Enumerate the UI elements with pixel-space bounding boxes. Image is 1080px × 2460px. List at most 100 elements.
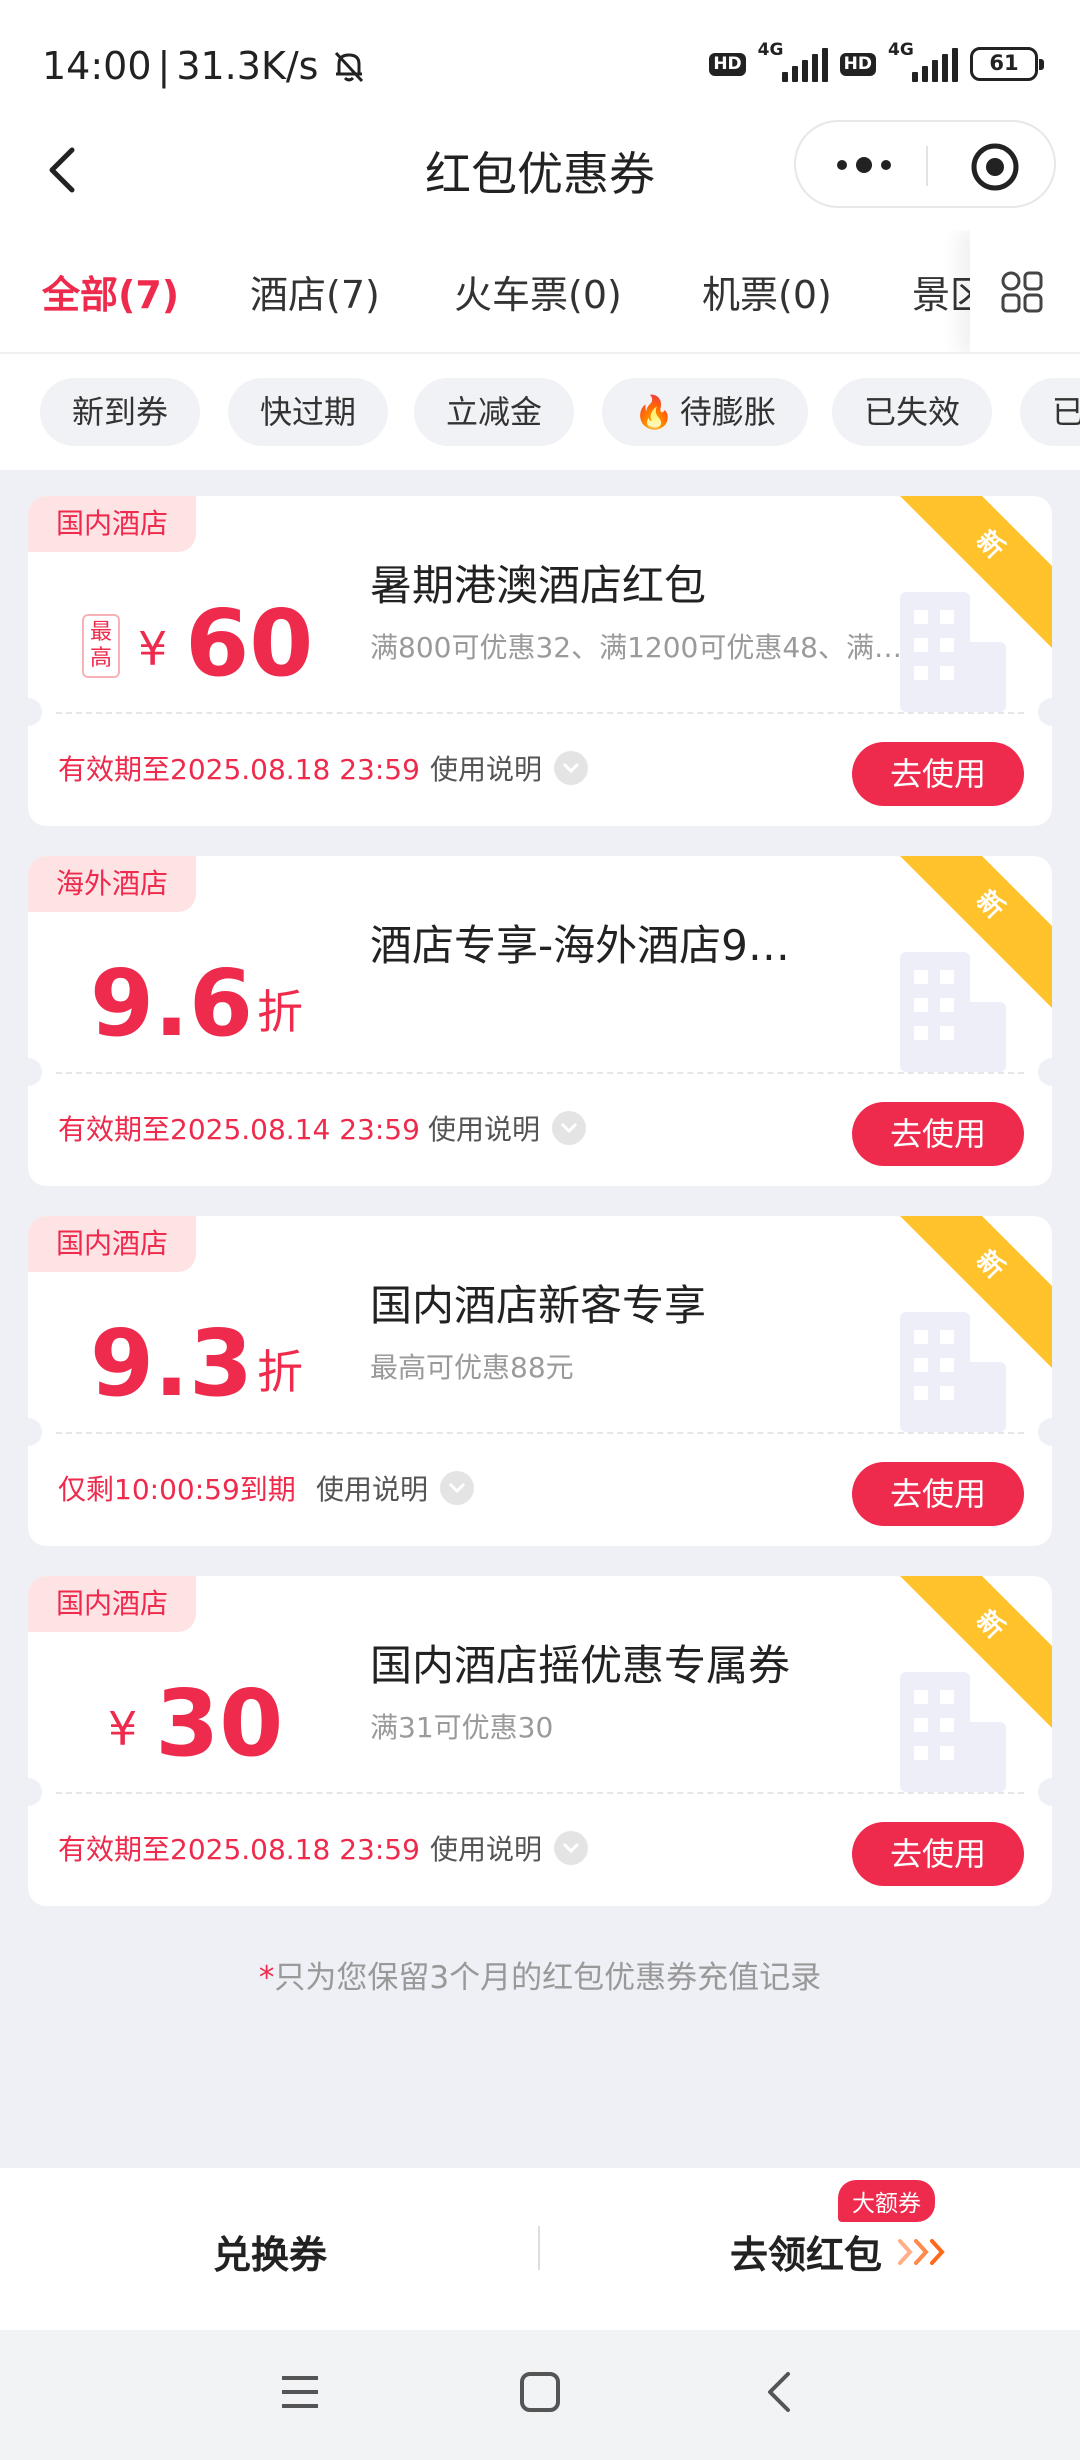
dashed-divider: [56, 712, 1024, 714]
bottom-action-bar: 兑换券 去领红包 大额券: [0, 2168, 1080, 2330]
coupon-card[interactable]: 国内酒店 新 9.3 折 国内酒店新客专享 最高可优惠88元 仅剩10:00:5…: [28, 1216, 1052, 1546]
coupon-category-tag: 国内酒店: [28, 496, 197, 552]
card-notch-right: [1038, 1418, 1052, 1446]
footnote-star: *: [258, 1960, 275, 1996]
nav-bar: 红包优惠券: [0, 110, 1080, 230]
card-notch-left: [28, 1418, 42, 1446]
use-coupon-button[interactable]: 去使用: [852, 742, 1024, 806]
max-tag: 最高: [82, 614, 120, 678]
coupon-title: 国内酒店新客专享: [370, 1281, 707, 1330]
chevron-down-icon: [552, 1111, 587, 1145]
bell-muted-icon: [335, 51, 364, 83]
triple-chevron-right-icon: [896, 2235, 950, 2269]
get-red-packet-label: 去领红包: [730, 2233, 883, 2277]
chip-expiring[interactable]: 快过期: [228, 378, 389, 446]
card-notch-left: [28, 1058, 42, 1086]
card-notch-right: [1038, 698, 1052, 726]
bottom-divider: [538, 2226, 540, 2270]
usage-label: 使用说明: [428, 1113, 541, 1146]
home-icon[interactable]: [518, 2370, 562, 2414]
usage-instructions[interactable]: 使用说明: [316, 1468, 475, 1508]
tab-hotel[interactable]: 酒店(7): [250, 264, 380, 319]
chip-to-expand-label: 待膨胀: [679, 393, 776, 431]
discount-unit: 折: [256, 985, 303, 1039]
get-red-packet-button[interactable]: 去领红包: [730, 2224, 950, 2279]
grid-icon: [1001, 271, 1043, 313]
coupon-category-tag: 海外酒店: [28, 856, 197, 912]
signal-icon-2: 4G: [888, 40, 958, 82]
coupon-card[interactable]: 国内酒店 新 ¥ 30 国内酒店摇优惠专属券 满31可优惠30 有效期至2025…: [28, 1576, 1052, 1906]
system-nav-bar: [0, 2330, 1080, 2460]
hd-badge: HD: [709, 52, 746, 76]
coupon-description: 满31可优惠30: [370, 1711, 554, 1744]
usage-instructions[interactable]: 使用说明: [430, 748, 589, 788]
dashed-divider: [56, 1792, 1024, 1794]
coupon-amount: 9.6 折: [90, 934, 303, 1054]
close-miniapp-icon[interactable]: [970, 142, 1020, 192]
status-left: 14:00 | 31.3K/s: [42, 44, 368, 88]
chip-expired[interactable]: 已失效: [832, 378, 993, 446]
card-notch-left: [28, 1778, 42, 1806]
usage-label: 使用说明: [316, 1473, 429, 1506]
use-coupon-button[interactable]: 去使用: [852, 1822, 1024, 1886]
amount-value: 30: [155, 1669, 284, 1777]
tab-all[interactable]: 全部(7): [42, 264, 179, 319]
chip-instant-discount[interactable]: 立减金: [414, 378, 575, 446]
menu-icon[interactable]: [278, 2370, 322, 2414]
currency-symbol: ¥: [138, 622, 168, 676]
usage-instructions[interactable]: 使用说明: [430, 1828, 589, 1868]
coupon-expiry: 有效期至2025.08.18 23:59: [58, 753, 420, 786]
filter-chips: 新到券 快过期 立减金 🔥 待膨胀 已失效 已: [0, 354, 1080, 470]
amount-value: 9.6: [90, 949, 253, 1057]
coupon-title: 国内酒店摇优惠专属券: [370, 1641, 791, 1690]
usage-instructions[interactable]: 使用说明: [428, 1108, 587, 1148]
coupon-description: 最高可优惠88元: [370, 1351, 574, 1384]
chip-to-expand[interactable]: 🔥 待膨胀: [602, 378, 808, 446]
coupon-category-tag: 国内酒店: [28, 1576, 197, 1632]
hd-badge-2: HD: [839, 52, 876, 76]
coupon-amount: ¥ 30: [108, 1654, 283, 1774]
card-notch-right: [1038, 1778, 1052, 1806]
category-tabs: 全部(7) 酒店(7) 火车票(0) 机票(0) 景区: [0, 230, 1080, 354]
dashed-divider: [56, 1432, 1024, 1434]
use-coupon-button[interactable]: 去使用: [852, 1462, 1024, 1526]
use-coupon-button[interactable]: 去使用: [852, 1102, 1024, 1166]
usage-label: 使用说明: [430, 1833, 543, 1866]
all-categories-button[interactable]: [970, 230, 1080, 352]
tab-flight[interactable]: 机票(0): [702, 264, 832, 319]
discount-unit: 折: [256, 1345, 303, 1399]
status-time: 14:00: [42, 44, 152, 88]
status-right: HD 4G HD 4G 61: [709, 40, 1044, 82]
coupon-card[interactable]: 海外酒店 新 9.6 折 酒店专享-海外酒店9… 有效期至2025.08.14 …: [28, 856, 1052, 1186]
fire-icon: 🔥: [634, 393, 674, 431]
coupon-expiry: 有效期至2025.08.18 23:59: [58, 1833, 420, 1866]
dashed-divider: [56, 1072, 1024, 1074]
coupon-amount: 最高 ¥ 60: [82, 574, 313, 694]
network-type-2: 4G: [888, 40, 914, 60]
tab-train[interactable]: 火车票(0): [454, 264, 622, 319]
coupon-description: 满800可优惠32、满1200可优惠48、满…: [370, 631, 902, 664]
exchange-coupon-button[interactable]: 兑换券: [0, 2224, 540, 2279]
more-dots-icon[interactable]: [834, 150, 894, 180]
chip-more[interactable]: 已: [1020, 378, 1080, 446]
chip-instant-discount-label: 立减金: [446, 393, 543, 431]
coupon-card[interactable]: 国内酒店 新 最高 ¥ 60 暑期港澳酒店红包 满800可优惠32、满1200可…: [28, 496, 1052, 826]
battery-icon: 61: [970, 47, 1044, 81]
chip-new[interactable]: 新到券: [40, 378, 201, 446]
status-speed: 31.3K/s: [176, 44, 319, 88]
usage-label: 使用说明: [430, 753, 543, 786]
signal-icon: 4G: [758, 40, 828, 82]
amount-value: 9.3: [90, 1309, 253, 1417]
card-notch-left: [28, 698, 42, 726]
network-type: 4G: [757, 40, 784, 60]
coupon-expiry: 有效期至2025.08.14 23:59: [58, 1113, 420, 1146]
chevron-down-icon: [440, 1471, 475, 1505]
back-icon[interactable]: [758, 2370, 802, 2414]
retention-footnote: *只为您保留3个月的红包优惠券充值记录: [0, 1952, 1080, 1997]
coupon-category-tag: 国内酒店: [28, 1216, 197, 1272]
chevron-down-icon: [554, 1831, 589, 1865]
capsule-divider: [926, 146, 928, 186]
chevron-down-icon: [554, 751, 589, 785]
footnote-text: 只为您保留3个月的红包优惠券充值记录: [274, 1960, 822, 1996]
miniapp-capsule: [794, 120, 1056, 208]
